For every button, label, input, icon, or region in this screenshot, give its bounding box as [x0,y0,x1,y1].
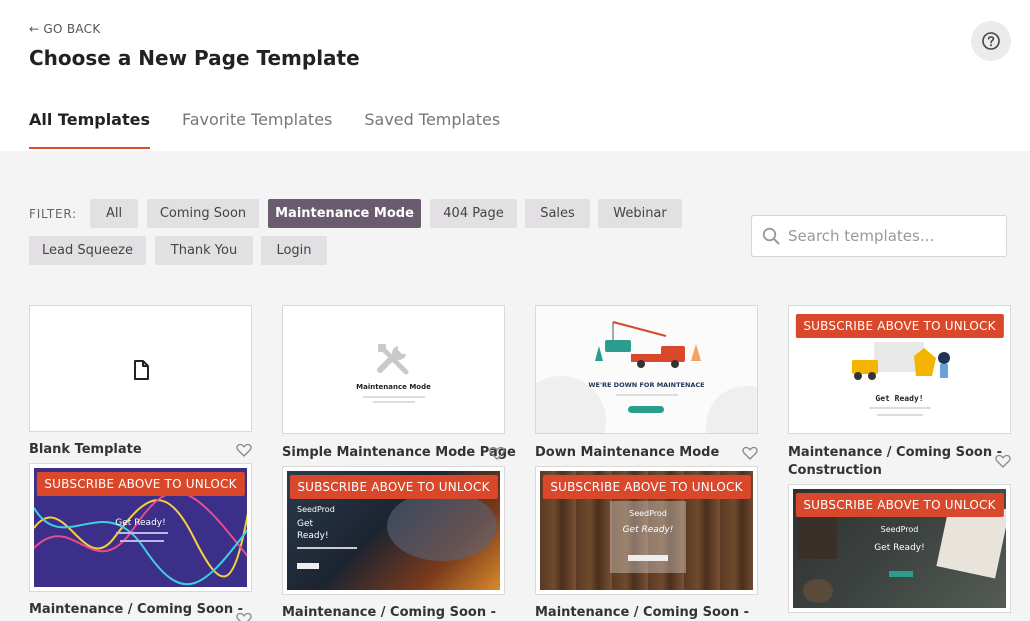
preview-cloud [387,491,497,561]
help-button[interactable] [971,21,1011,61]
preview-heading: Get Ready! [622,525,674,535]
preview-line [616,394,678,396]
document-icon [134,360,149,380]
unlock-badge: SUBSCRIBE ABOVE TO UNLOCK [542,475,751,499]
construction-illustration [852,342,950,380]
heart-icon[interactable] [236,612,252,621]
preview-heading: Get Ready! [874,543,925,553]
preview-object [803,579,833,603]
unlock-badge: SUBSCRIBE ABOVE TO UNLOCK [289,475,498,499]
preview-button [889,571,913,577]
filter-maintenance-mode[interactable]: Maintenance Mode [268,199,421,228]
template-card-wood[interactable]: SeedProd Get Ready! SUBSCRIBE ABOVE TO U… [535,466,758,595]
template-title: Maintenance / Coming Soon - [282,605,497,620]
template-tabs: All Templates Favorite Templates Saved T… [29,110,500,149]
preview-line [363,396,425,398]
arrow-left-icon: ← [29,22,40,36]
tab-saved-templates[interactable]: Saved Templates [364,110,500,149]
preview-line [373,401,415,403]
template-title: Maintenance / Coming Soon - [29,602,244,617]
preview-brand: SeedProd [880,525,919,534]
preview-heading: Maintenance Mode [356,383,431,391]
filter-sales[interactable]: Sales [525,199,590,228]
filter-all[interactable]: All [90,199,138,228]
unlock-badge: SUBSCRIBE ABOVE TO UNLOCK [36,472,245,496]
template-title: Down Maintenance Mode [535,445,720,460]
preview-button [297,563,319,569]
preview-line [869,407,931,409]
unlock-badge: SUBSCRIBE ABOVE TO UNLOCK [795,314,1004,338]
preview-brand: SeedProd [629,509,667,518]
preview-heading: Get [297,519,314,529]
preview-brand: SeedProd [297,505,335,514]
preview-heading: Ready! [297,531,329,541]
preview-line [120,540,164,542]
filter-404-page[interactable]: 404 Page [430,199,517,228]
preview-button [628,555,668,561]
filter-coming-soon[interactable]: Coming Soon [147,199,259,228]
tab-all-templates[interactable]: All Templates [29,110,150,149]
filter-thank-you[interactable]: Thank You [155,236,253,265]
preview-line [877,414,923,416]
heart-icon[interactable] [236,443,252,457]
heart-icon[interactable] [995,454,1011,468]
template-title: Maintenance / Coming Soon - Construction [788,444,1002,480]
template-title: Maintenance / Coming Soon - [535,605,750,620]
preview-line [116,532,168,534]
template-card-simple-maintenance[interactable]: Maintenance Mode [282,305,505,434]
heart-icon[interactable] [742,446,758,460]
search-icon [762,227,780,245]
tools-icon [377,344,409,375]
preview-heading: Get Ready! [115,518,166,528]
preview-heading: WE'RE DOWN FOR MAINTENACE [588,381,705,389]
preview-button [628,406,664,413]
go-back-label: GO BACK [43,22,101,36]
tab-favorite-templates[interactable]: Favorite Templates [182,110,332,149]
filter-login[interactable]: Login [261,236,327,265]
template-card-construction[interactable]: Get Ready! SUBSCRIBE ABOVE TO UNLOCK [788,305,1011,434]
template-card-desk[interactable]: SeedProd Get Ready! SUBSCRIBE ABOVE TO U… [788,484,1011,613]
go-back-link[interactable]: ← GO BACK [29,22,101,36]
tow-truck-illustration [595,321,701,368]
search-box [751,215,1007,257]
preview-line [297,547,357,549]
heart-icon[interactable] [489,446,505,460]
template-card-down-maintenance[interactable]: WE'RE DOWN FOR MAINTENACE [535,305,758,434]
page-title: Choose a New Page Template [29,46,360,70]
template-title: Blank Template [29,442,142,457]
filter-webinar[interactable]: Webinar [598,199,682,228]
template-title-line2: Construction [788,463,882,478]
template-title-line1: Maintenance / Coming Soon - [788,445,1003,460]
unlock-badge: SUBSCRIBE ABOVE TO UNLOCK [795,493,1004,517]
template-card-purple[interactable]: Get Ready! SUBSCRIBE ABOVE TO UNLOCK [29,463,252,592]
template-card-blank[interactable] [29,305,252,432]
preview-heading: Get Ready! [875,394,924,403]
filter-label: FILTER: [29,207,77,221]
filter-lead-squeeze[interactable]: Lead Squeeze [29,236,146,265]
page-header: ← GO BACK Choose a New Page Template All… [0,0,1030,151]
search-input[interactable] [788,227,998,245]
template-title: Simple Maintenance Mode Page [282,445,516,460]
question-circle-icon [982,32,1000,50]
template-card-clouds[interactable]: SeedProd Get Ready! SUBSCRIBE ABOVE TO U… [282,466,505,595]
